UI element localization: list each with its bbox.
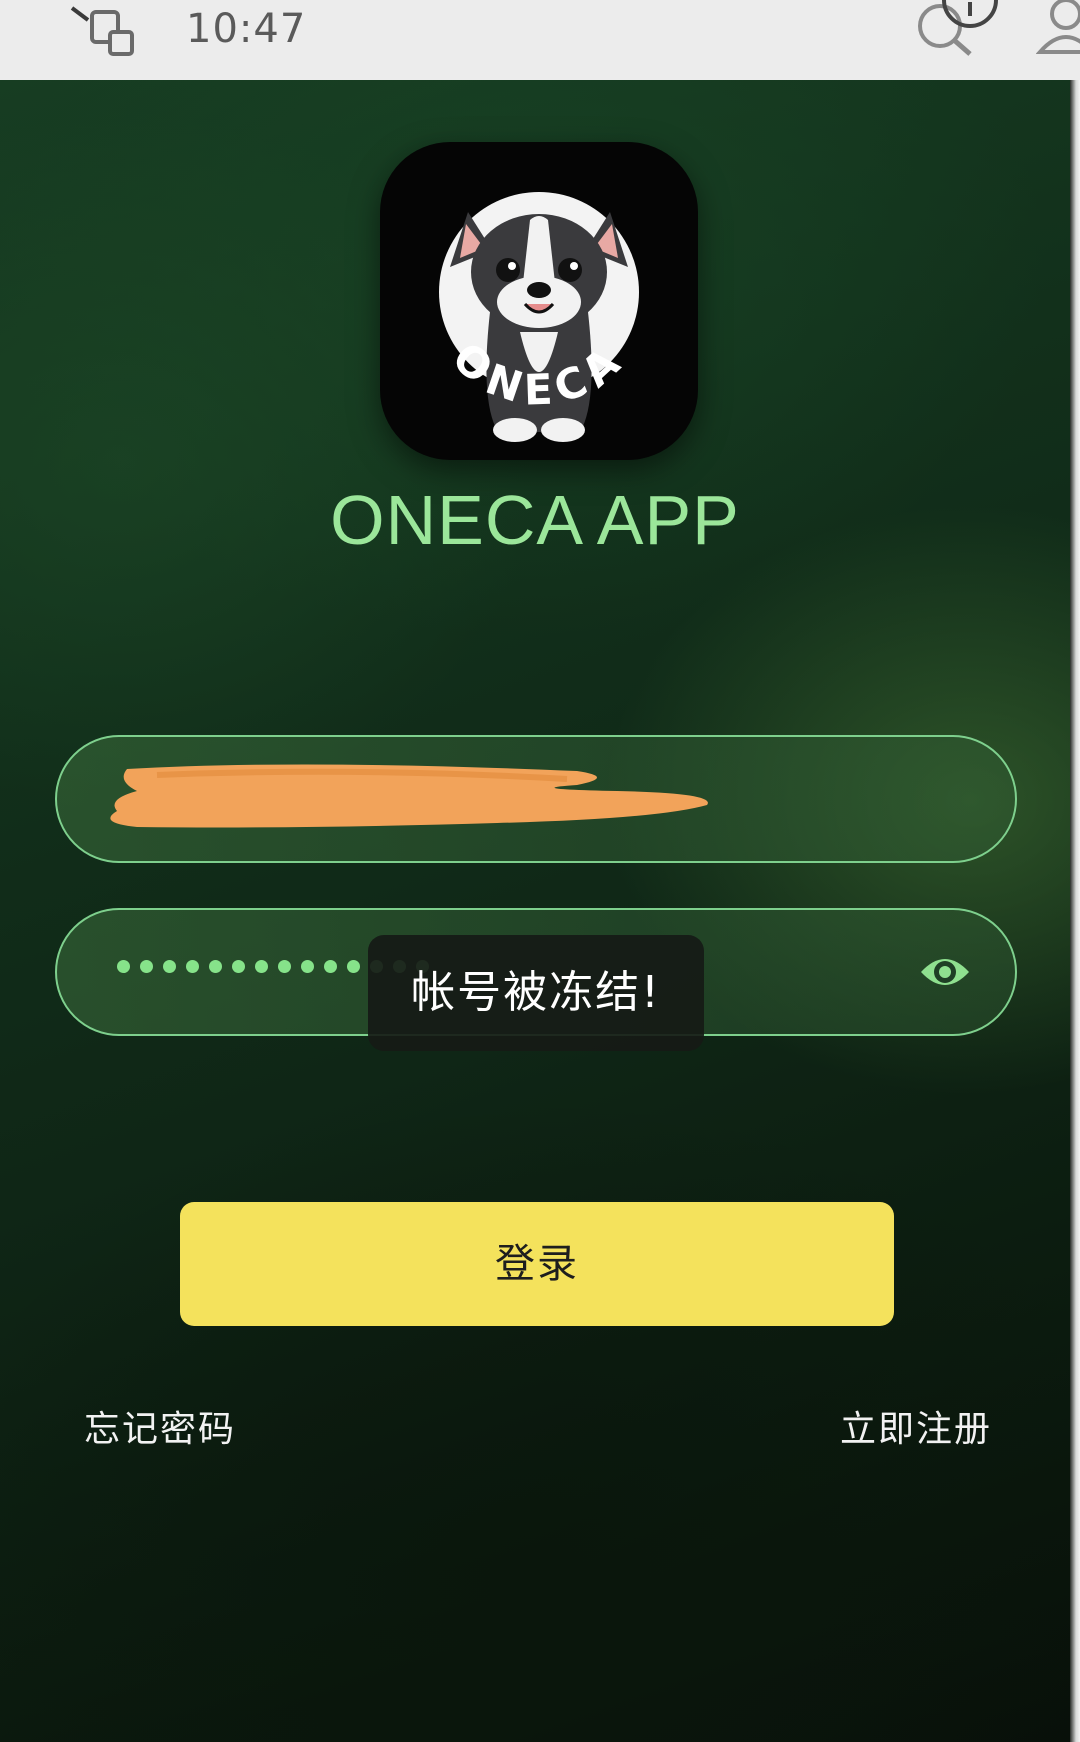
status-time: 10:47	[186, 6, 307, 52]
password-dot	[163, 960, 176, 973]
password-dot	[186, 960, 199, 973]
svg-text:ONECA: ONECA	[443, 333, 635, 415]
toast-message: 帐号被冻结!	[368, 935, 704, 1051]
cast-screen-icon[interactable]	[70, 6, 140, 66]
password-dot	[209, 960, 222, 973]
app-title: ONECA APP	[330, 481, 740, 559]
password-dot	[255, 960, 268, 973]
logo-text: ONECA	[443, 333, 635, 415]
password-dot	[140, 960, 153, 973]
password-dot	[278, 960, 291, 973]
app-logo: ONECA	[380, 142, 698, 460]
password-dot	[117, 960, 130, 973]
password-dot	[324, 960, 337, 973]
status-bar: 10:47	[0, 0, 1080, 82]
eye-icon[interactable]	[917, 948, 973, 996]
redaction-scribble	[110, 764, 708, 828]
password-dot	[301, 960, 314, 973]
profile-icon[interactable]	[1036, 0, 1080, 70]
info-icon[interactable]	[940, 0, 1000, 40]
login-screen: ONECA ONECA APP 帐号被冻结! 登录 忘记密码 立即注册	[0, 80, 1070, 1742]
register-link[interactable]: 立即注册	[840, 1400, 992, 1452]
forgot-password-link[interactable]: 忘记密码	[84, 1400, 236, 1452]
password-dot	[232, 960, 245, 973]
password-dot	[347, 960, 360, 973]
screen-edge	[1070, 80, 1080, 1742]
account-field[interactable]	[55, 735, 1017, 863]
login-button[interactable]: 登录	[180, 1202, 894, 1326]
